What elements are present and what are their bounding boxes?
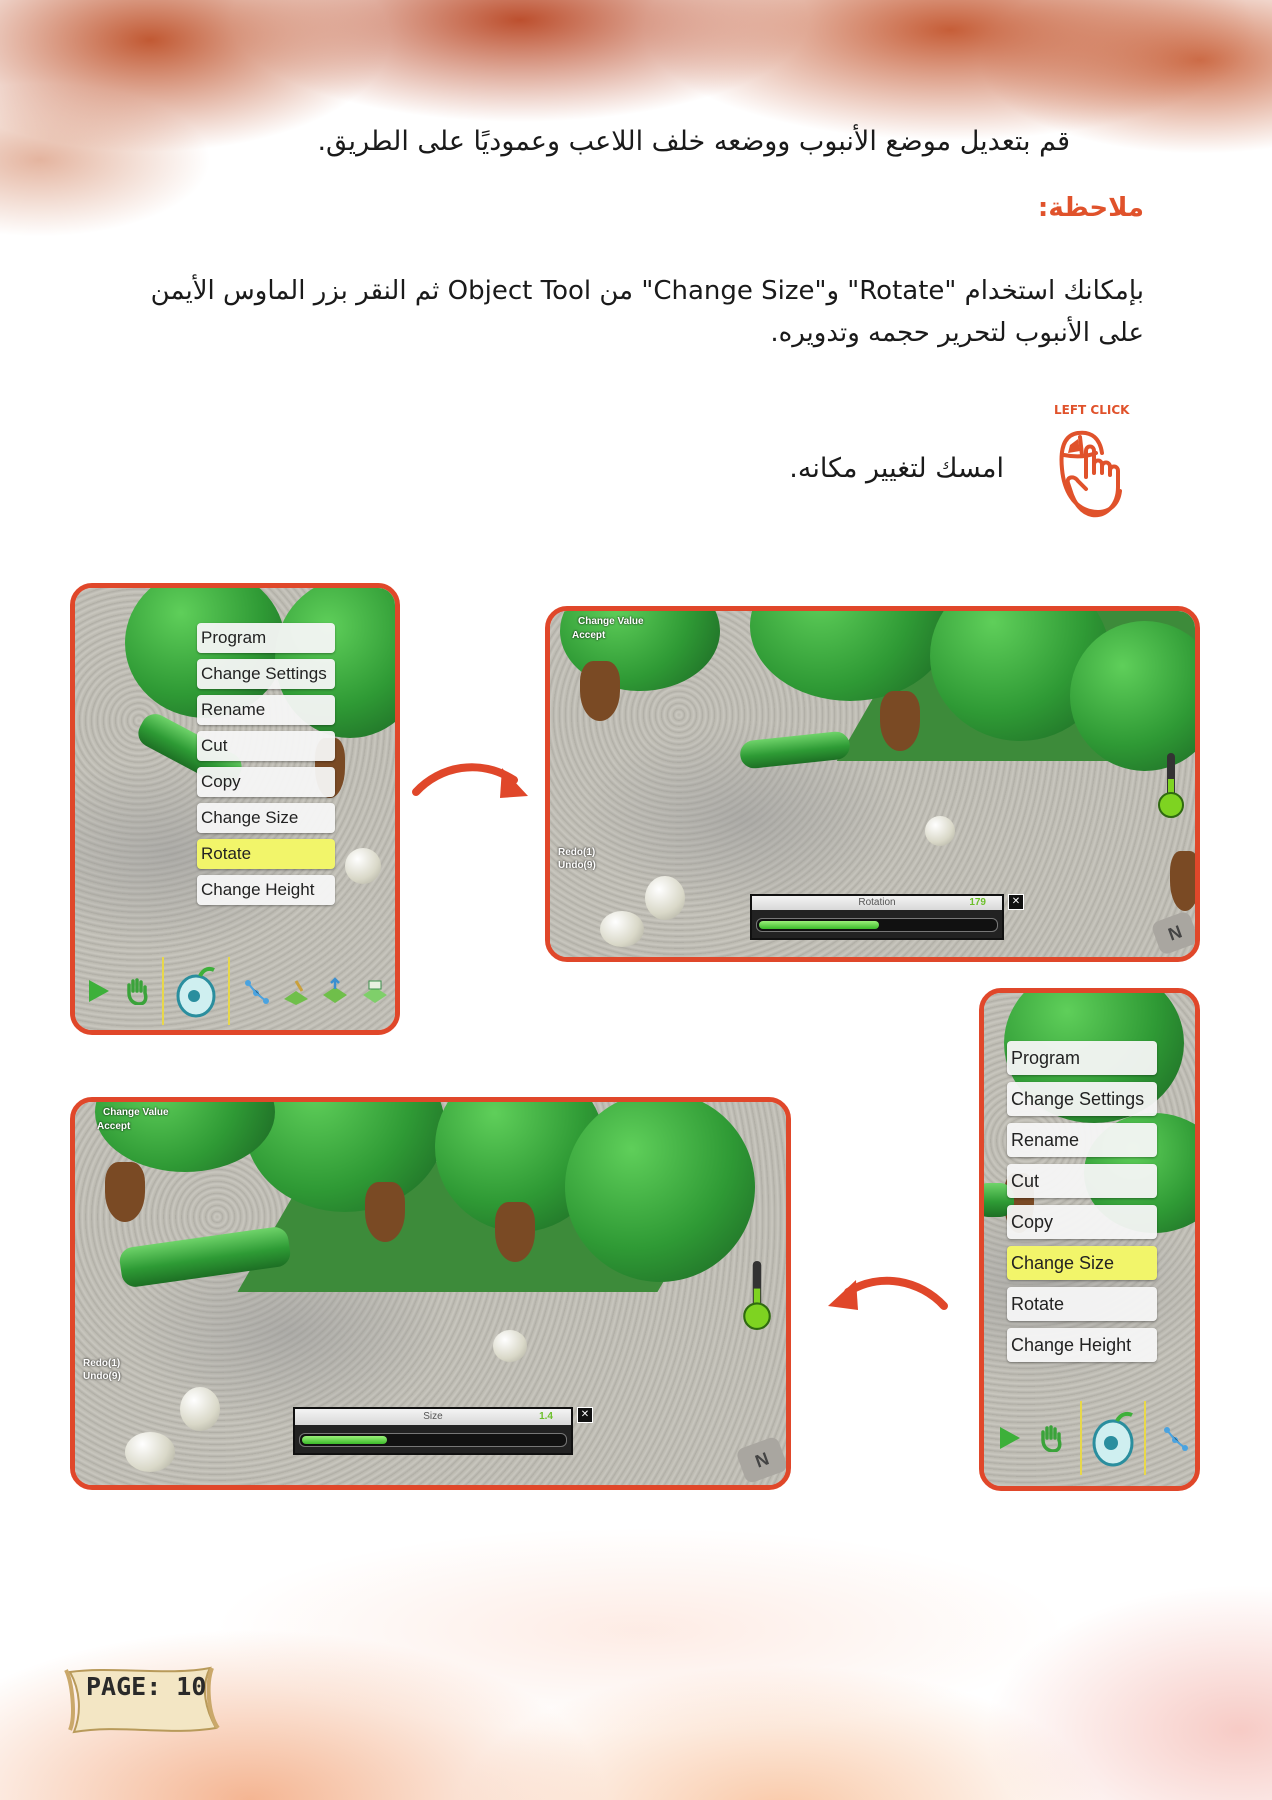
context-menu: Program Change Settings Rename Cut Copy … xyxy=(197,623,335,911)
screenshot-size: Change Value Accept Redo(1) Undo(9) Size… xyxy=(70,1097,791,1490)
slider-fill xyxy=(759,921,879,929)
screenshot-rotate-menu: Program Change Settings Rename Cut Copy … xyxy=(70,583,400,1035)
close-icon[interactable]: ✕ xyxy=(1008,894,1024,910)
slider-label: Size xyxy=(295,1409,571,1425)
green-pipe xyxy=(738,730,852,770)
slider-value: 1.4 xyxy=(539,1411,553,1422)
player-robot xyxy=(645,876,685,920)
hud-accept: Accept xyxy=(97,1121,131,1132)
menu-item-rotate[interactable]: Rotate xyxy=(197,839,335,869)
menu-item-copy[interactable]: Copy xyxy=(1007,1205,1157,1239)
height-gauge-icon xyxy=(1158,753,1184,818)
hud-redo[interactable]: Redo(1) xyxy=(83,1358,120,1369)
screenshot-size-menu: Program Change Settings Rename Cut Copy … xyxy=(979,988,1200,1491)
object-tool-icon[interactable] xyxy=(162,957,231,1025)
menu-item-change-height[interactable]: Change Height xyxy=(1007,1328,1157,1362)
hud-accept: Accept xyxy=(572,630,606,641)
path-icon[interactable] xyxy=(1161,1424,1189,1452)
rotation-slider-panel: Rotation 179 ✕ xyxy=(750,894,1024,940)
left-click-label: LEFT CLICK xyxy=(1054,403,1130,417)
play-icon[interactable] xyxy=(996,1424,1022,1452)
hand-icon[interactable] xyxy=(1037,1424,1065,1452)
hud-change-value: Change Value xyxy=(578,616,644,627)
slider-track[interactable] xyxy=(299,1433,567,1447)
object-tool-icon[interactable] xyxy=(1079,1401,1146,1475)
play-icon[interactable] xyxy=(85,977,111,1005)
arrow-left-icon xyxy=(828,1276,948,1310)
slider-value: 179 xyxy=(969,897,986,908)
hud-change-value: Change Value xyxy=(103,1107,169,1118)
instruction-text: قم بتعديل موضع الأنبوب ووضعه خلف اللاعب … xyxy=(317,126,1070,157)
menu-item-copy[interactable]: Copy xyxy=(197,767,335,797)
size-slider-panel: Size 1.4 ✕ xyxy=(293,1407,593,1455)
height-gauge-icon xyxy=(743,1260,771,1330)
tool-bar xyxy=(79,956,395,1026)
hold-instruction: امسك لتغيير مكانه. xyxy=(789,453,1004,484)
menu-item-cut[interactable]: Cut xyxy=(197,731,335,761)
menu-item-change-settings[interactable]: Change Settings xyxy=(1007,1082,1157,1116)
menu-item-change-size[interactable]: Change Size xyxy=(1007,1246,1157,1280)
hand-icon[interactable] xyxy=(123,977,151,1005)
menu-item-change-size[interactable]: Change Size xyxy=(197,803,335,833)
terrain-lower-icon[interactable] xyxy=(361,977,389,1005)
note-paragraph: بإمكانك استخدام "Rotate" و"Change Size" … xyxy=(150,276,1144,348)
terrain-paint-icon[interactable] xyxy=(282,977,310,1005)
slider-track[interactable] xyxy=(756,918,998,932)
slider-fill xyxy=(302,1436,388,1444)
page-number: PAGE: 10 xyxy=(86,1672,207,1701)
menu-item-program[interactable]: Program xyxy=(197,623,335,653)
menu-item-change-settings[interactable]: Change Settings xyxy=(197,659,335,689)
menu-item-rename[interactable]: Rename xyxy=(1007,1123,1157,1157)
arrow-right-icon xyxy=(412,763,528,798)
slider-label: Rotation xyxy=(752,896,1002,910)
hud-undo[interactable]: Undo(9) xyxy=(83,1371,121,1382)
menu-item-change-height[interactable]: Change Height xyxy=(197,875,335,905)
menu-item-rename[interactable]: Rename xyxy=(197,695,335,725)
mouse-left-click-icon xyxy=(1059,430,1122,518)
hud-redo[interactable]: Redo(1) xyxy=(558,847,595,858)
menu-item-cut[interactable]: Cut xyxy=(1007,1164,1157,1198)
note-title: ملاحظة: xyxy=(1037,193,1144,223)
context-menu: Program Change Settings Rename Cut Copy … xyxy=(1007,1041,1157,1369)
terrain-raise-icon[interactable] xyxy=(321,977,349,1005)
menu-item-program[interactable]: Program xyxy=(1007,1041,1157,1075)
close-icon[interactable]: ✕ xyxy=(577,1407,593,1423)
menu-item-rotate[interactable]: Rotate xyxy=(1007,1287,1157,1321)
path-icon[interactable] xyxy=(242,977,270,1005)
screenshot-rotation: Change Value Accept Redo(1) Undo(9) Rota… xyxy=(545,606,1200,962)
hud-undo[interactable]: Undo(9) xyxy=(558,860,596,871)
tool-bar xyxy=(988,1398,1195,1478)
player-robot xyxy=(180,1387,220,1431)
